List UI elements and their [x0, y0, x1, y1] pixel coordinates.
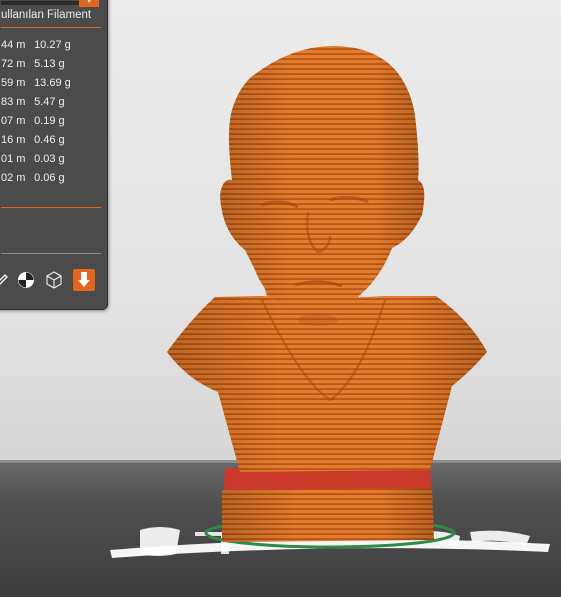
panel-divider	[1, 207, 101, 208]
stat-weight: 5.13 g	[34, 58, 65, 70]
panel-header-divider	[1, 27, 101, 28]
cube-view-icon[interactable]	[43, 269, 65, 291]
stat-weight: 0.46 g	[34, 134, 65, 146]
stat-weight: 0.03 g	[34, 153, 65, 165]
stat-length: 59 m	[1, 77, 26, 89]
stat-row: 07 m 0.19 g	[1, 115, 65, 127]
chevron-down-icon[interactable]: ▾	[79, 0, 99, 7]
stat-length: 83 m	[1, 96, 26, 108]
stat-length: 07 m	[1, 115, 26, 127]
stat-weight: 5.47 g	[34, 96, 65, 108]
edit-icon[interactable]	[0, 269, 13, 291]
filament-stats-panel: ▾ ullanılan Filament 44 m 10.27 g 72 m 5…	[0, 0, 108, 310]
panel-divider	[1, 253, 101, 254]
stat-length: 72 m	[1, 58, 26, 70]
stat-length: 16 m	[1, 134, 26, 146]
stat-weight: 10.27 g	[34, 39, 71, 51]
download-layer-icon[interactable]	[73, 269, 95, 291]
stat-weight: 0.19 g	[34, 115, 65, 127]
stat-row: 44 m 10.27 g	[1, 39, 71, 51]
stat-row: 16 m 0.46 g	[1, 134, 65, 146]
stat-row: 02 m 0.06 g	[1, 172, 65, 184]
center-target-icon[interactable]	[15, 269, 37, 291]
stat-row: 83 m 5.47 g	[1, 96, 65, 108]
stat-row: 59 m 13.69 g	[1, 77, 71, 89]
stat-length: 44 m	[1, 39, 26, 51]
stat-weight: 13.69 g	[34, 77, 71, 89]
stat-row: 01 m 0.03 g	[1, 153, 65, 165]
stat-weight: 0.06 g	[34, 172, 65, 184]
panel-header: ullanılan Filament	[1, 9, 92, 21]
stat-length: 02 m	[1, 172, 26, 184]
panel-dropdown[interactable]	[1, 1, 79, 5]
stat-row: 72 m 5.13 g	[1, 58, 65, 70]
stat-length: 01 m	[1, 153, 26, 165]
